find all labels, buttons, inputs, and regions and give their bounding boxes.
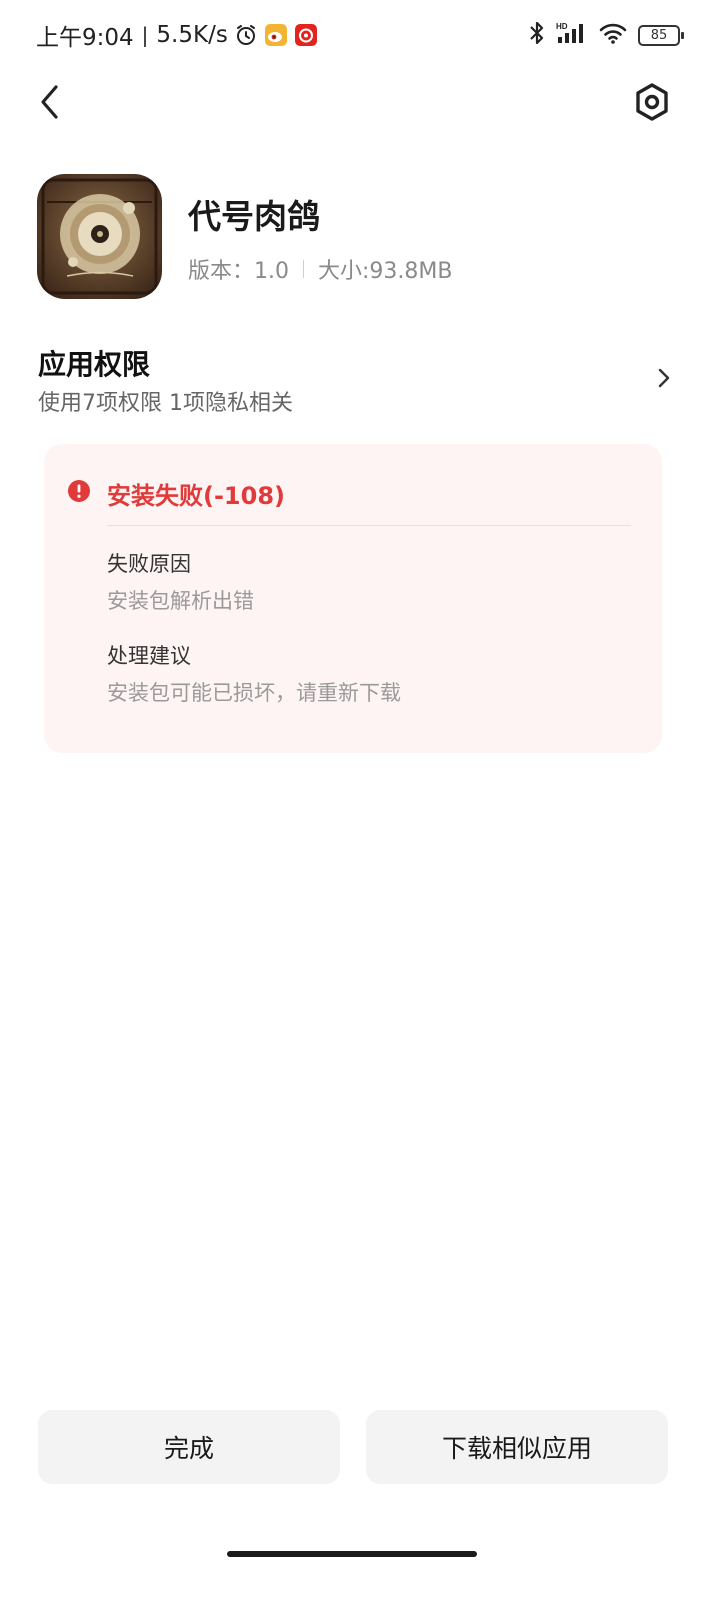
weibo-icon bbox=[264, 23, 288, 47]
chevron-left-icon bbox=[41, 85, 58, 119]
chevron-right-icon bbox=[652, 364, 676, 392]
download-similar-button[interactable]: 下载相似应用 bbox=[366, 1410, 668, 1484]
back-button[interactable] bbox=[30, 80, 70, 124]
app-name: 代号肉鸽 bbox=[188, 197, 320, 236]
status-separator: | bbox=[141, 23, 149, 47]
alarm-icon bbox=[234, 23, 258, 47]
app-icon bbox=[37, 174, 162, 299]
bluetooth-icon bbox=[528, 20, 546, 50]
status-time: 上午9:04 bbox=[36, 25, 134, 51]
permissions-subtitle: 使用7项权限 1项隐私相关 bbox=[38, 391, 293, 416]
netease-music-icon bbox=[294, 23, 318, 47]
status-right: HD 85 bbox=[528, 20, 684, 50]
error-title: 安装失败(-108) bbox=[107, 482, 285, 510]
battery-icon: 85 bbox=[638, 24, 684, 46]
advice-label: 处理建议 bbox=[107, 644, 191, 668]
app-size: 大小:93.8MB bbox=[318, 259, 453, 284]
status-net-speed: 5.5K/s bbox=[156, 22, 228, 48]
status-bar: 上午9:04 | 5.5K/s HD 85 bbox=[0, 0, 720, 70]
permissions-title: 应用权限 bbox=[38, 348, 151, 381]
settings-button[interactable] bbox=[630, 80, 674, 124]
error-divider bbox=[107, 525, 631, 526]
home-indicator[interactable] bbox=[227, 1551, 477, 1557]
hex-settings-icon bbox=[636, 83, 668, 121]
meta-divider bbox=[303, 260, 304, 278]
status-left: 上午9:04 | 5.5K/s bbox=[36, 20, 318, 51]
wifi-icon bbox=[598, 21, 628, 49]
error-icon bbox=[67, 479, 91, 503]
done-button[interactable]: 完成 bbox=[38, 1410, 340, 1484]
advice-value: 安装包可能已损坏，请重新下载 bbox=[107, 681, 401, 705]
failure-reason-value: 安装包解析出错 bbox=[107, 589, 254, 613]
hd-signal-icon: HD bbox=[556, 21, 588, 49]
svg-text:HD: HD bbox=[556, 22, 568, 31]
app-meta: 版本：1.0 大小:93.8MB bbox=[188, 253, 452, 285]
app-version: 版本：1.0 bbox=[188, 259, 289, 284]
failure-reason-label: 失败原因 bbox=[107, 552, 191, 576]
